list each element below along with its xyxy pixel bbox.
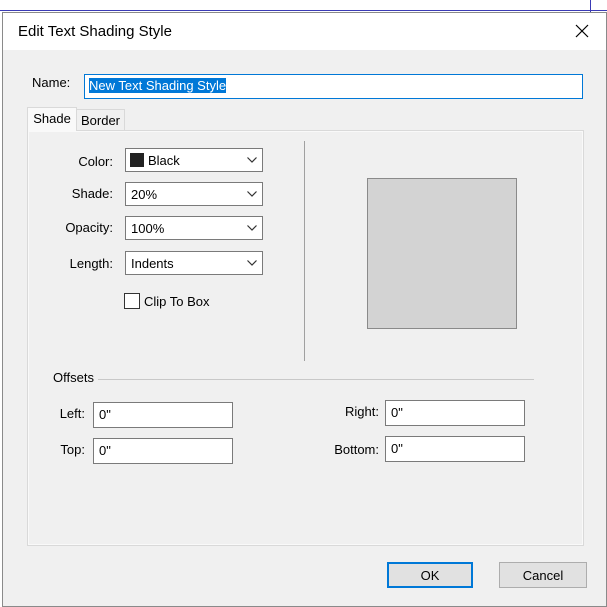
- shade-select[interactable]: 20%: [125, 182, 263, 206]
- color-select[interactable]: Black: [125, 148, 263, 172]
- left-offset-label: Left:: [59, 406, 85, 421]
- length-select-value: Indents: [131, 256, 174, 271]
- vertical-divider: [304, 141, 305, 361]
- right-offset-input[interactable]: 0": [385, 400, 525, 426]
- opacity-select-value: 100%: [131, 221, 165, 236]
- length-label: Length:: [69, 256, 113, 271]
- chevron-down-icon: [247, 260, 257, 266]
- color-select-value: Black: [148, 153, 180, 168]
- right-offset-label: Right:: [345, 404, 379, 419]
- length-select[interactable]: Indents: [125, 251, 263, 275]
- background-line: [0, 10, 607, 11]
- dialog-title: Edit Text Shading Style: [18, 23, 172, 40]
- opacity-label: Opacity:: [65, 220, 113, 235]
- clip-to-box-label[interactable]: Clip To Box: [144, 294, 210, 309]
- chevron-down-icon: [247, 191, 257, 197]
- color-label: Color:: [78, 154, 113, 169]
- title-bar: Edit Text Shading Style: [3, 13, 606, 50]
- tab-shade[interactable]: Shade: [27, 107, 77, 131]
- color-swatch: [130, 153, 144, 167]
- shading-preview: [367, 178, 517, 329]
- background-line: [590, 0, 591, 12]
- cancel-button[interactable]: Cancel: [499, 562, 587, 588]
- name-input-value: New Text Shading Style: [89, 78, 227, 93]
- top-offset-label: Top:: [60, 442, 85, 457]
- tab-border[interactable]: Border: [77, 109, 125, 131]
- shade-select-value: 20%: [131, 187, 158, 202]
- name-input[interactable]: New Text Shading Style: [84, 74, 583, 99]
- shade-label: Shade:: [71, 186, 113, 201]
- offsets-group-label: Offsets: [53, 370, 94, 385]
- name-label: Name:: [32, 75, 71, 90]
- close-icon: [575, 24, 589, 38]
- top-offset-input[interactable]: 0": [93, 438, 233, 464]
- edit-text-shading-style-dialog: Edit Text Shading Style Name: New Text S…: [2, 12, 607, 607]
- opacity-select[interactable]: 100%: [125, 216, 263, 240]
- left-offset-input[interactable]: 0": [93, 402, 233, 428]
- bottom-offset-input[interactable]: 0": [385, 436, 525, 462]
- clip-to-box-checkbox[interactable]: [124, 293, 140, 309]
- chevron-down-icon: [247, 225, 257, 231]
- bottom-offset-label: Bottom:: [334, 442, 379, 457]
- offsets-group-line: [98, 379, 534, 380]
- close-button[interactable]: [563, 13, 603, 50]
- chevron-down-icon: [247, 157, 257, 163]
- ok-button[interactable]: OK: [387, 562, 473, 588]
